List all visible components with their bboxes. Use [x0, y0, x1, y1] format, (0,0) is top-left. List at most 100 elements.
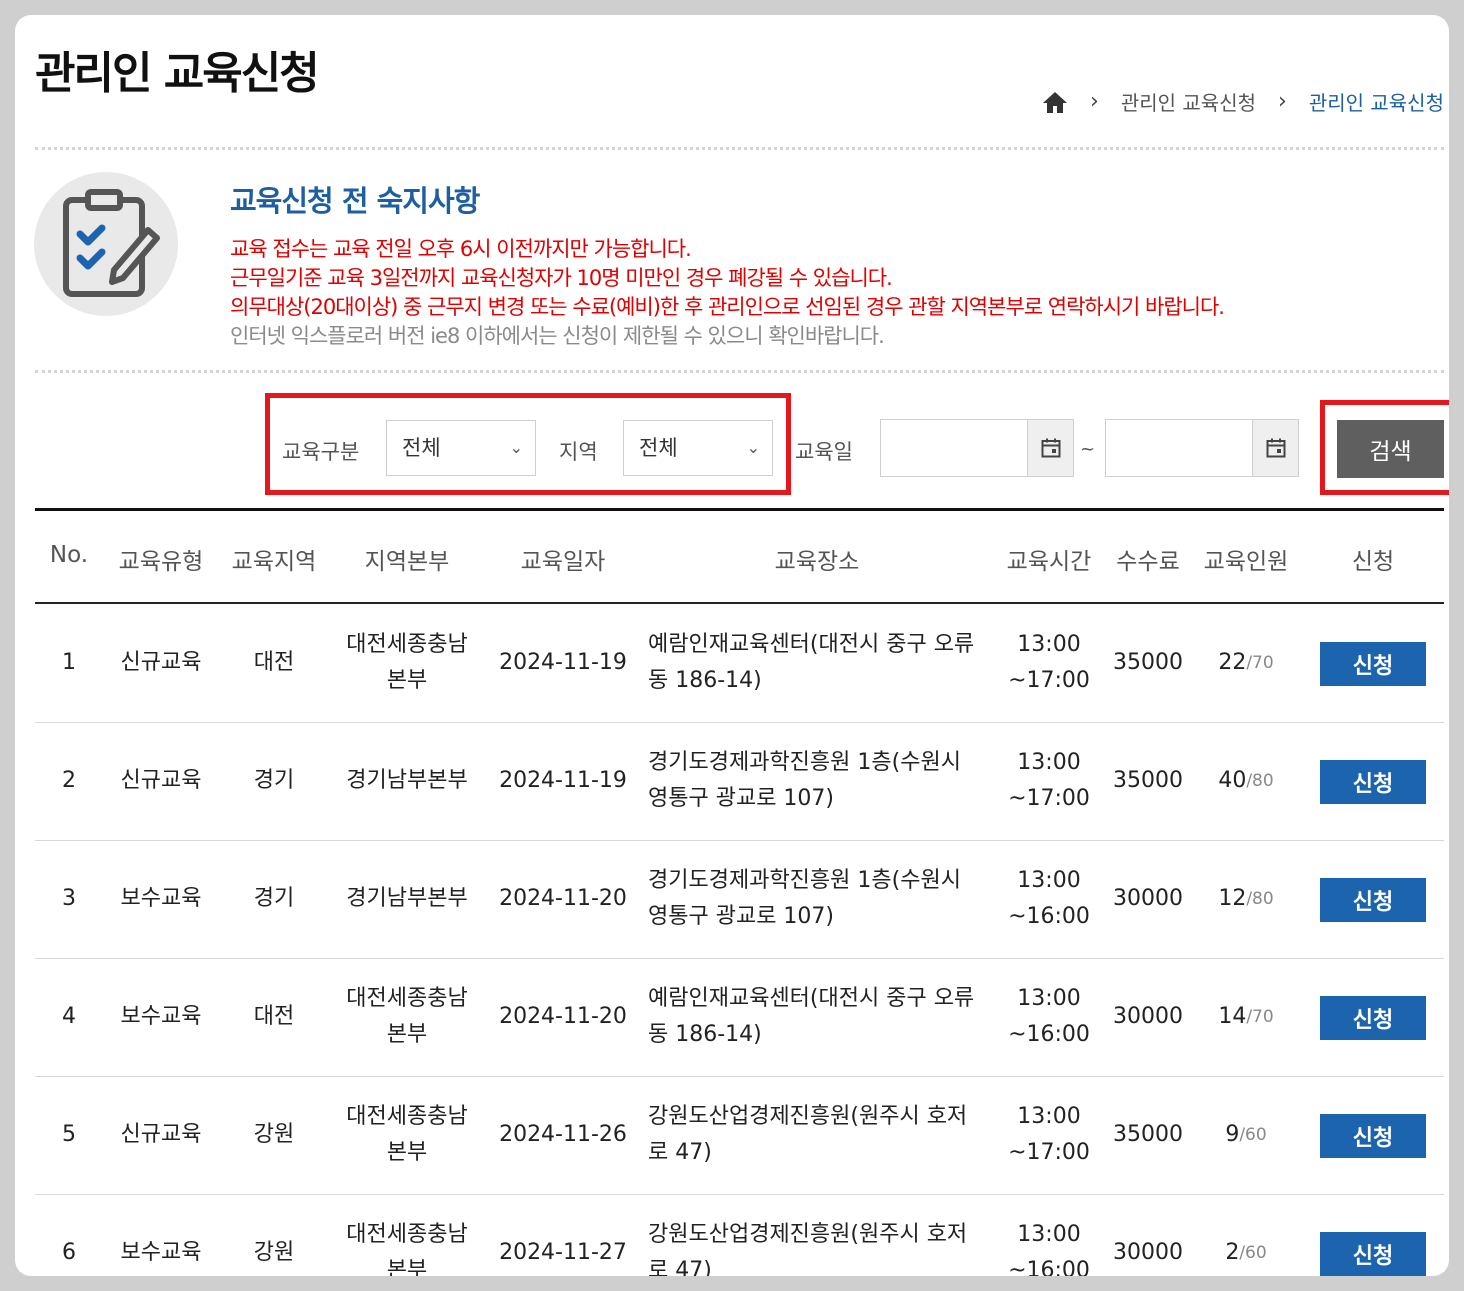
- cell-place: 예람인재교육센터(대전시 중구 오류 동 186-14): [648, 986, 975, 1047]
- enrolled-count: 14: [1218, 1004, 1247, 1029]
- apply-button[interactable]: 신청: [1320, 1114, 1426, 1158]
- enrolled-count: 22: [1218, 650, 1247, 675]
- chevron-down-icon: ⌄: [746, 438, 760, 457]
- notice-list: 교육 접수는 교육 전일 오후 6시 이전까지만 가능합니다. 근무일기준 교육…: [230, 235, 1225, 351]
- notice-line: 의무대상(20대이상) 중 근무지 변경 또는 수료(예비)한 후 관리인으로 …: [230, 295, 1225, 319]
- breadcrumb-item-current[interactable]: 관리인 교육신청: [1309, 87, 1444, 116]
- apply-button[interactable]: 신청: [1320, 760, 1426, 804]
- cell-place: 예람인재교육센터(대전시 중구 오류 동 186-14): [648, 632, 975, 693]
- cell-fee: 35000: [1113, 1122, 1183, 1147]
- cell-region: 대전: [253, 650, 295, 675]
- cell-type: 신규교육: [120, 768, 202, 793]
- region-label: 지역: [559, 440, 598, 464]
- cell-enrollment: 2/60: [1225, 1194, 1266, 1276]
- cell-region: 대전: [253, 1004, 295, 1029]
- cell-time: 13:00 ~17:00: [1008, 750, 1090, 811]
- clipboard-check-icon: [34, 172, 178, 316]
- cell-enrollment: 14/70: [1218, 958, 1273, 1076]
- cell-type: 보수교육: [120, 886, 202, 911]
- notice-line: 인터넷 익스플로러 버전 ie8 이하에서는 신청이 제한될 수 있으니 확인바…: [230, 324, 885, 348]
- cell-no: 5: [62, 1122, 76, 1147]
- capacity-count: /60: [1239, 1125, 1267, 1145]
- cell-hq: 경기남부본부: [346, 768, 468, 793]
- table-row: 4 보수교육 대전 대전세종충남 본부 2024-11-20 예람인재교육센터(대전시 중…: [35, 958, 1444, 1077]
- enrolled-count: 2: [1225, 1240, 1240, 1265]
- header-apply: 신청: [1351, 549, 1395, 575]
- cell-fee: 35000: [1113, 768, 1183, 793]
- cell-place: 강원도산업경제진흥원(원주시 호저 로 47): [648, 1222, 968, 1276]
- cell-hq: 대전세종충남 본부: [346, 986, 468, 1047]
- category-select-value: 전체: [402, 436, 441, 460]
- cell-time: 13:00 ~16:00: [1008, 868, 1090, 929]
- capacity-count: /80: [1246, 771, 1274, 791]
- cell-region: 강원: [253, 1122, 295, 1147]
- cell-no: 3: [62, 886, 76, 911]
- main-panel: 관리인 교육신청 › 관리인 교육신청 › 관리인 교육신청 교육신청 전 숙지…: [15, 15, 1449, 1276]
- date-label: 교육일: [795, 440, 853, 464]
- cell-place: 경기도경제과학진흥원 1층(수원시 영통구 광교로 107): [648, 868, 961, 929]
- cell-hq: 대전세종충남 본부: [346, 632, 468, 693]
- apply-button[interactable]: 신청: [1320, 878, 1426, 922]
- header-fee: 수수료: [1116, 549, 1180, 575]
- cell-no: 6: [62, 1240, 76, 1265]
- cell-time: 13:00 ~16:00: [1008, 986, 1090, 1047]
- calendar-icon[interactable]: [1027, 420, 1073, 476]
- cell-date: 2024-11-27: [499, 1240, 627, 1265]
- cell-date: 2024-11-19: [499, 768, 627, 793]
- cell-type: 보수교육: [120, 1240, 202, 1265]
- cell-type: 신규교육: [120, 650, 202, 675]
- region-select[interactable]: 전체 ⌄: [623, 420, 773, 476]
- table-row: 3 보수교육 경기 경기남부본부 2024-11-20 경기도경제과학진흥원 1층(수원시…: [35, 840, 1444, 959]
- search-button[interactable]: 검색: [1337, 420, 1444, 478]
- header-enrollment: 교육인원: [1203, 549, 1289, 575]
- cell-fee: 35000: [1113, 650, 1183, 675]
- notice-line: 교육 접수는 교육 전일 오후 6시 이전까지만 가능합니다.: [230, 237, 692, 261]
- cell-fee: 30000: [1113, 1240, 1183, 1265]
- cell-enrollment: 22/70: [1218, 604, 1273, 722]
- cell-hq: 대전세종충남 본부: [346, 1222, 468, 1276]
- cell-date: 2024-11-26: [499, 1122, 627, 1147]
- breadcrumb-item-1[interactable]: 관리인 교육신청: [1121, 87, 1256, 116]
- header-type: 교육유형: [118, 549, 204, 575]
- cell-time: 13:00 ~16:00: [1008, 1222, 1090, 1276]
- end-date-input[interactable]: [1105, 419, 1299, 477]
- header-time: 교육시간: [1006, 549, 1092, 575]
- cell-region: 경기: [253, 768, 295, 793]
- header-region: 교육지역: [231, 549, 317, 575]
- cell-hq: 대전세종충남 본부: [346, 1104, 468, 1165]
- cell-time: 13:00 ~17:00: [1008, 632, 1090, 693]
- divider: [35, 147, 1444, 150]
- home-icon[interactable]: [1042, 90, 1068, 114]
- notice-line: 근무일기준 교육 3일전까지 교육신청자가 10명 미만인 경우 폐강될 수 있…: [230, 266, 893, 290]
- calendar-icon[interactable]: [1252, 420, 1298, 476]
- cell-enrollment: 9/60: [1225, 1076, 1266, 1194]
- enrolled-count: 9: [1225, 1122, 1240, 1147]
- header-no: No.: [49, 542, 89, 568]
- cell-region: 경기: [253, 886, 295, 911]
- cell-type: 보수교육: [120, 1004, 202, 1029]
- table-top-border: [35, 508, 1444, 511]
- capacity-count: /70: [1246, 1007, 1274, 1027]
- enrolled-count: 12: [1218, 886, 1247, 911]
- category-label: 교육구분: [282, 440, 360, 464]
- capacity-count: /70: [1246, 653, 1274, 673]
- header-date: 교육일자: [520, 549, 606, 575]
- cell-place: 강원도산업경제진흥원(원주시 호저 로 47): [648, 1104, 968, 1165]
- table-row: 6 보수교육 강원 대전세종충남 본부 2024-11-27 강원도산업경제진흥원(원주시…: [35, 1194, 1444, 1276]
- cell-time: 13:00 ~17:00: [1008, 1104, 1090, 1165]
- category-select[interactable]: 전체 ⌄: [386, 420, 536, 476]
- cell-date: 2024-11-19: [499, 650, 627, 675]
- cell-region: 강원: [253, 1240, 295, 1265]
- cell-hq: 경기남부본부: [346, 886, 468, 911]
- cell-fee: 30000: [1113, 1004, 1183, 1029]
- cell-date: 2024-11-20: [499, 1004, 627, 1029]
- capacity-count: /80: [1246, 889, 1274, 909]
- apply-button[interactable]: 신청: [1320, 642, 1426, 686]
- cell-enrollment: 12/80: [1218, 840, 1273, 958]
- header-hq: 지역본부: [364, 549, 450, 575]
- start-date-input[interactable]: [880, 419, 1074, 477]
- apply-button[interactable]: 신청: [1320, 1232, 1426, 1276]
- apply-button[interactable]: 신청: [1320, 996, 1426, 1040]
- enrolled-count: 40: [1218, 768, 1247, 793]
- region-select-value: 전체: [639, 436, 678, 460]
